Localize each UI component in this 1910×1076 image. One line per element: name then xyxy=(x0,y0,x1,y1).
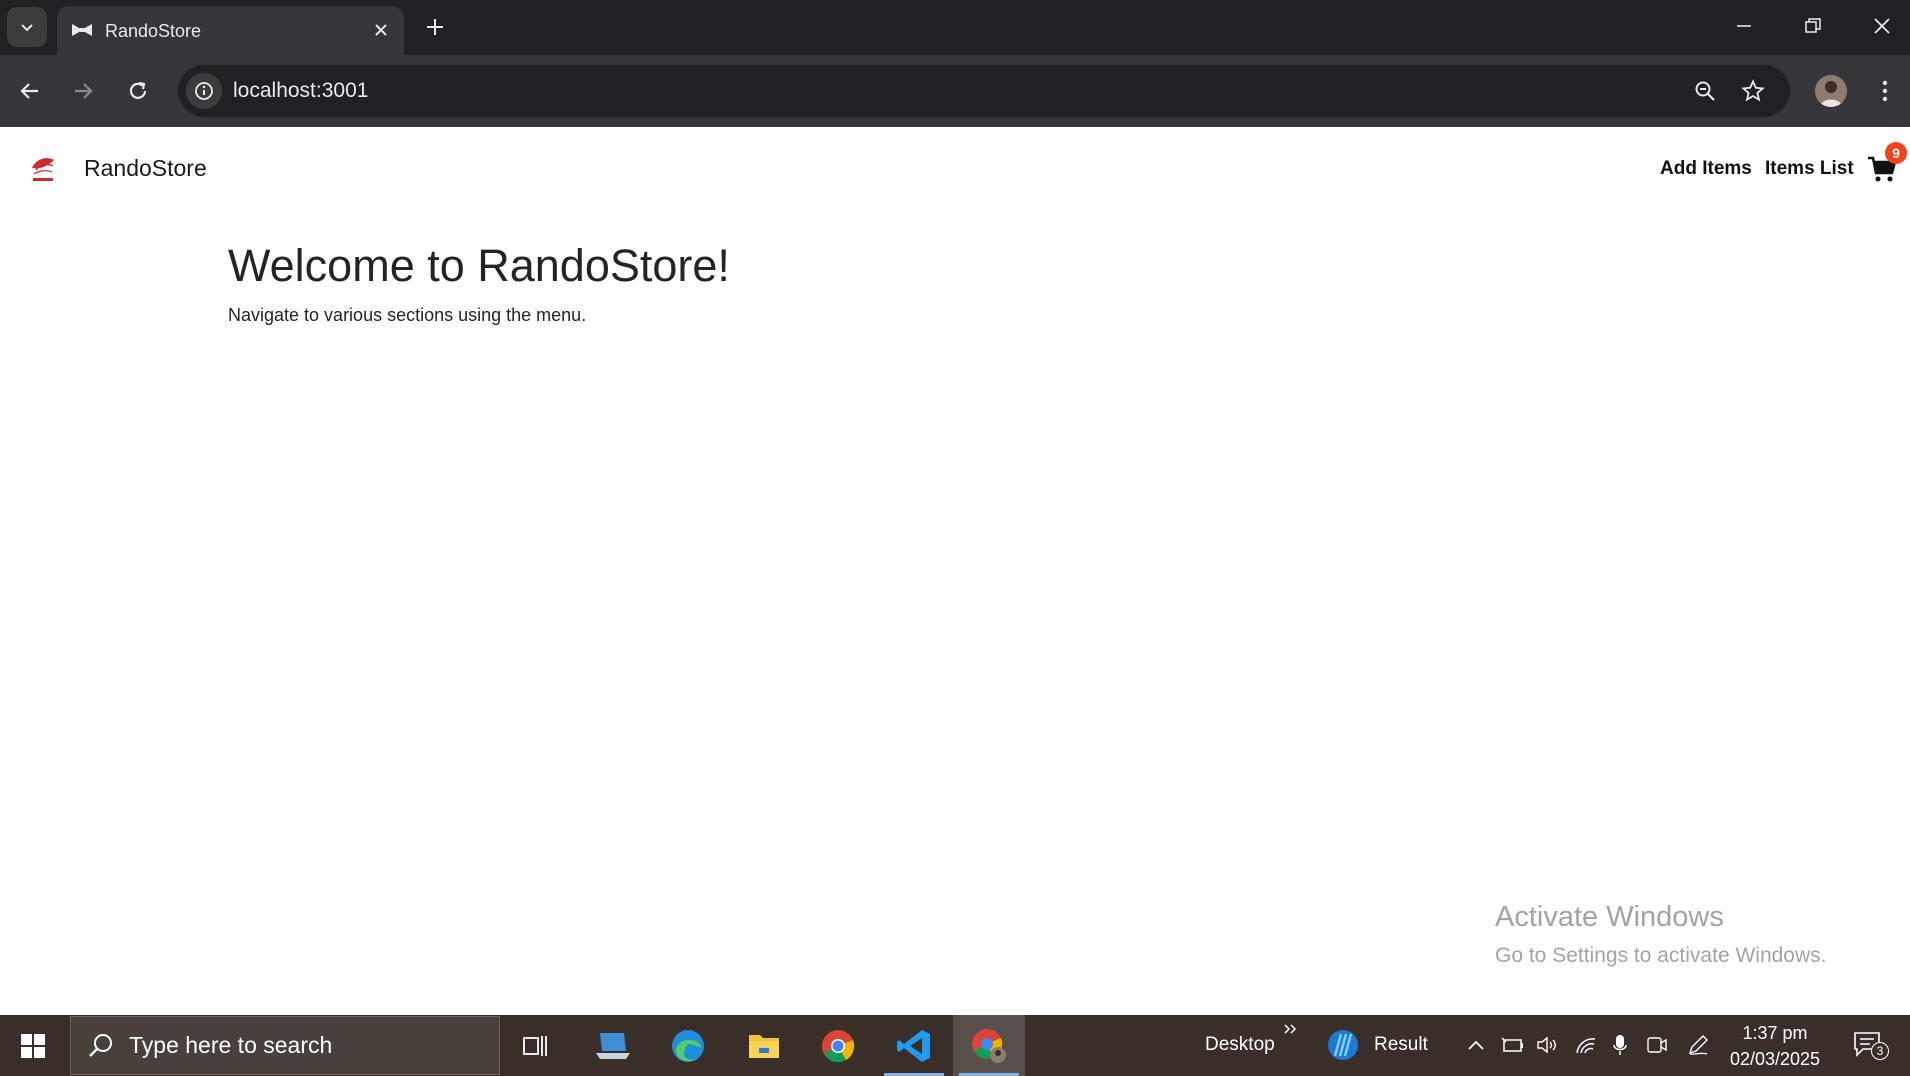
battery-charging-icon xyxy=(1501,1037,1523,1052)
result-widget-label[interactable]: Result xyxy=(1374,1034,1428,1056)
taskbar-clock[interactable]: 1:37 pm 02/03/2025 xyxy=(1725,1020,1825,1072)
battery-tray[interactable] xyxy=(1500,1032,1526,1058)
chevron-up-icon xyxy=(1468,1040,1484,1050)
taskbar-app-file-explorer[interactable] xyxy=(728,1015,800,1076)
bowtie-favicon-icon xyxy=(72,24,92,36)
notification-count-badge: 3 xyxy=(1871,1042,1889,1060)
watermark-title: Activate Windows xyxy=(1495,901,1724,933)
browser-tab-bar: RandoStore xyxy=(0,0,1910,55)
back-button[interactable] xyxy=(11,72,49,110)
zoom-button[interactable] xyxy=(1691,77,1719,105)
microphone-icon xyxy=(1613,1035,1627,1055)
windows-logo-icon xyxy=(21,1033,45,1058)
reload-icon xyxy=(129,81,147,99)
microphone-tray[interactable] xyxy=(1607,1032,1633,1058)
reload-button[interactable] xyxy=(119,72,157,110)
tab-search-button[interactable] xyxy=(7,7,47,47)
start-button[interactable] xyxy=(0,1015,66,1076)
folder-icon xyxy=(749,1034,779,1058)
browser-tab[interactable]: RandoStore xyxy=(57,6,404,55)
tab-close-button[interactable] xyxy=(370,19,392,41)
nav-add-items-link[interactable]: Add Items xyxy=(1660,158,1752,180)
minimize-icon xyxy=(1737,25,1751,27)
forward-button[interactable] xyxy=(64,72,102,110)
arrow-left-icon xyxy=(20,83,38,99)
volume-tray[interactable] xyxy=(1535,1032,1561,1058)
chrome-icon xyxy=(822,1029,855,1062)
taskbar-app-computer[interactable] xyxy=(577,1015,649,1076)
page-content: RandoStore Add Items Items List 9 Welcom… xyxy=(0,127,1910,1015)
arrow-right-icon xyxy=(75,83,93,99)
restore-button[interactable] xyxy=(1793,9,1833,43)
url-text[interactable]: localhost:3001 xyxy=(233,79,368,103)
taskbar-search-box[interactable]: Type here to search xyxy=(70,1016,500,1075)
chrome-profile-icon xyxy=(972,1028,1006,1063)
vscode-icon xyxy=(897,1029,930,1062)
taskbar-app-edge[interactable] xyxy=(652,1015,724,1076)
close-icon xyxy=(1874,18,1890,34)
windows-taskbar: Type here to search Desktop Result 1:37 … xyxy=(0,1015,1910,1076)
clock-time: 1:37 pm xyxy=(1742,1023,1808,1043)
browser-toolbar: localhost:3001 xyxy=(0,55,1910,127)
cricket-result-icon[interactable] xyxy=(1326,1028,1360,1062)
star-icon xyxy=(1741,79,1765,102)
pen-icon xyxy=(1688,1035,1708,1055)
network-tray[interactable] xyxy=(1573,1032,1599,1058)
activate-windows-watermark: Activate Windows Go to Settings to activ… xyxy=(1495,901,1827,968)
plus-icon xyxy=(427,19,443,35)
taskbar-app-vscode[interactable] xyxy=(878,1015,950,1076)
info-icon xyxy=(195,82,213,100)
edge-browser-icon xyxy=(672,1029,704,1062)
address-bar[interactable]: localhost:3001 xyxy=(178,65,1790,117)
site-navbar: RandoStore Add Items Items List 9 xyxy=(0,127,1910,211)
zoom-out-icon xyxy=(1695,81,1715,101)
cart-count-badge: 9 xyxy=(1885,142,1907,164)
computer-icon xyxy=(596,1032,630,1059)
close-window-button[interactable] xyxy=(1862,9,1902,43)
camera-tray[interactable] xyxy=(1644,1032,1670,1058)
double-chevron-right-icon[interactable] xyxy=(1283,1023,1297,1035)
taskbar-app-chrome[interactable] xyxy=(802,1015,874,1076)
watermark-subtitle: Go to Settings to activate Windows. xyxy=(1495,944,1827,967)
taskbar-search-placeholder: Type here to search xyxy=(129,1032,333,1058)
desktop-toolbar-label[interactable]: Desktop xyxy=(1205,1034,1275,1056)
profile-avatar[interactable] xyxy=(1815,75,1847,107)
speaker-icon xyxy=(1537,1036,1556,1054)
show-hidden-icons-button[interactable] xyxy=(1463,1032,1489,1058)
pen-tray[interactable] xyxy=(1685,1032,1711,1058)
task-view-icon xyxy=(523,1035,547,1056)
page-subtitle: Navigate to various sections using the m… xyxy=(228,305,587,325)
bookmark-button[interactable] xyxy=(1739,77,1767,105)
nav-items-list-link[interactable]: Items List xyxy=(1765,158,1854,180)
search-icon xyxy=(89,1033,112,1057)
site-info-button[interactable] xyxy=(186,73,222,109)
profile-photo-icon xyxy=(1815,75,1847,107)
clock-date: 02/03/2025 xyxy=(1729,1049,1821,1069)
minimize-button[interactable] xyxy=(1724,9,1764,43)
new-tab-button[interactable] xyxy=(420,12,450,42)
notification-center-button[interactable]: 3 xyxy=(1853,1029,1889,1063)
rando-logo-icon[interactable] xyxy=(28,154,58,184)
page-title: Welcome to RandoStore! xyxy=(228,240,730,291)
tab-title: RandoStore xyxy=(105,21,202,41)
task-view-button[interactable] xyxy=(500,1015,572,1076)
chevron-down-icon xyxy=(21,24,33,32)
camera-icon xyxy=(1647,1037,1667,1053)
more-vertical-icon xyxy=(1882,80,1888,102)
close-icon xyxy=(375,24,387,36)
browser-menu-button[interactable] xyxy=(1870,72,1900,110)
brand-name[interactable]: RandoStore xyxy=(84,155,207,182)
taskbar-app-chrome-profile[interactable] xyxy=(953,1015,1025,1076)
restore-icon xyxy=(1805,18,1821,33)
wifi-icon xyxy=(1576,1038,1596,1054)
